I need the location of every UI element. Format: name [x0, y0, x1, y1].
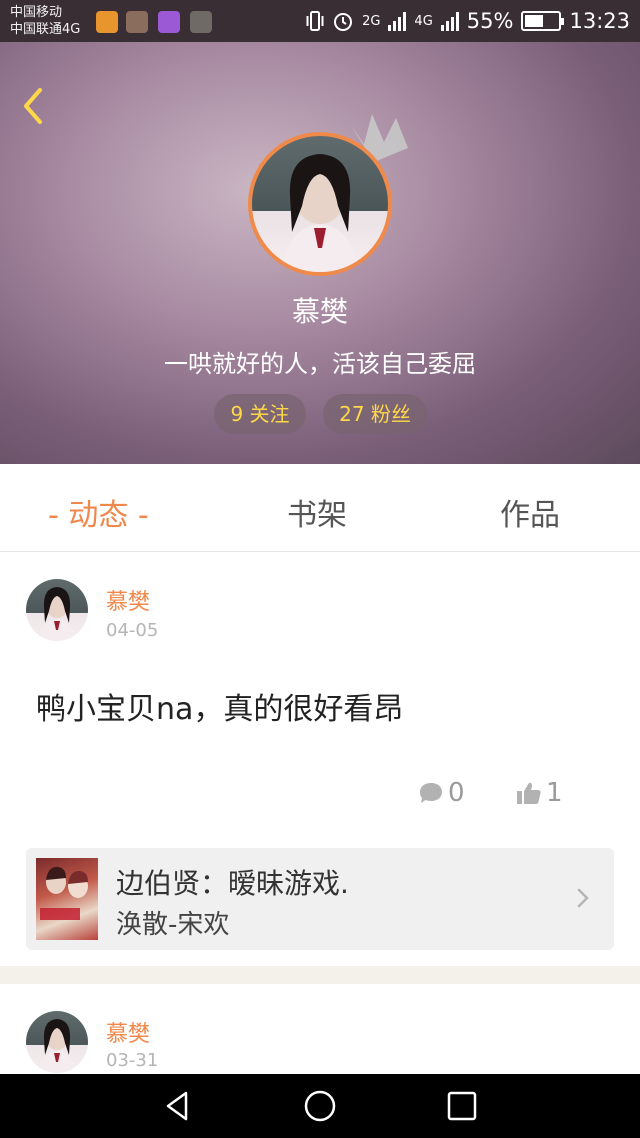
battery-percent: 55%	[466, 9, 514, 33]
following-count-button[interactable]: 9 关注	[214, 394, 306, 434]
notification-app-icon	[158, 11, 180, 33]
comment-bubble-icon	[420, 783, 442, 803]
clock: 13:23	[569, 9, 630, 33]
profile-tabs: - 动态 - 书架 作品	[0, 464, 640, 552]
status-bar: 中国移动 中国联通4G 2G 4G 55% 13:23	[0, 0, 640, 42]
post-author-avatar[interactable]	[26, 579, 88, 641]
tab-works[interactable]: 作品	[500, 490, 560, 534]
comment-button[interactable]: 0	[418, 778, 465, 808]
vibrate-icon	[306, 11, 324, 31]
post-date: 04-05	[106, 620, 159, 641]
feed-post: 慕樊 03-31	[0, 984, 640, 1078]
network-type-2: 4G	[414, 13, 433, 29]
avatar-portrait	[38, 1019, 76, 1073]
profile-name: 慕樊	[291, 295, 348, 328]
network-type-1: 2G	[362, 13, 381, 29]
battery-fill	[525, 15, 544, 27]
book-author: 涣散-宋欢	[116, 910, 230, 940]
profile-avatar[interactable]	[248, 132, 392, 276]
book-cover-art	[40, 866, 88, 920]
post-author-name[interactable]: 慕樊	[106, 584, 150, 616]
book-cover	[36, 858, 98, 940]
tab-activity[interactable]: - 动态 -	[48, 490, 149, 534]
system-navigation-bar	[0, 1074, 640, 1138]
post-author-avatar[interactable]	[26, 1011, 88, 1073]
battery-icon	[521, 11, 565, 31]
chevron-right-icon	[577, 888, 589, 908]
feed-post: 慕樊 04-05 鸭小宝贝na，真的很好看昂 0 1 边伯贤：暧昧游戏. 涣散-…	[0, 552, 640, 966]
carrier-1: 中国移动	[10, 5, 63, 20]
notification-app-icon	[126, 11, 148, 33]
like-button[interactable]: 1	[516, 778, 563, 808]
notification-app-icon	[190, 11, 212, 33]
tab-bookshelf[interactable]: 书架	[287, 490, 347, 534]
feed-divider	[0, 966, 640, 984]
thumbs-up-icon	[517, 782, 541, 804]
profile-header: 慕樊 一哄就好的人，活该自己委屈 9 关注 27 粉丝	[0, 42, 640, 464]
nav-home-icon[interactable]	[302, 1088, 338, 1124]
followers-count-button[interactable]: 27 粉丝	[323, 394, 427, 434]
nav-recents-icon[interactable]	[444, 1088, 480, 1124]
carrier-2: 中国联通4G	[10, 22, 81, 37]
avatar-portrait	[282, 154, 358, 272]
profile-bio: 一哄就好的人，活该自己委屈	[164, 350, 476, 378]
chevron-left-icon[interactable]	[18, 86, 54, 126]
signal-icon	[388, 11, 407, 31]
alarm-icon	[334, 13, 353, 31]
book-title: 边伯贤：暧昧游戏.	[116, 867, 349, 900]
nav-back-icon[interactable]	[160, 1088, 196, 1124]
like-count: 1	[546, 778, 563, 808]
post-date: 03-31	[106, 1050, 159, 1071]
post-text: 鸭小宝贝na，真的很好看昂	[36, 692, 404, 727]
avatar-portrait	[38, 587, 76, 641]
linked-book-card[interactable]: 边伯贤：暧昧游戏. 涣散-宋欢	[26, 848, 614, 950]
post-author-name[interactable]: 慕樊	[106, 1016, 150, 1048]
notification-app-icon	[96, 11, 118, 33]
comment-count: 0	[448, 778, 465, 808]
carrier-info: 中国移动 中国联通4G	[10, 4, 80, 38]
signal-icon	[440, 11, 459, 31]
